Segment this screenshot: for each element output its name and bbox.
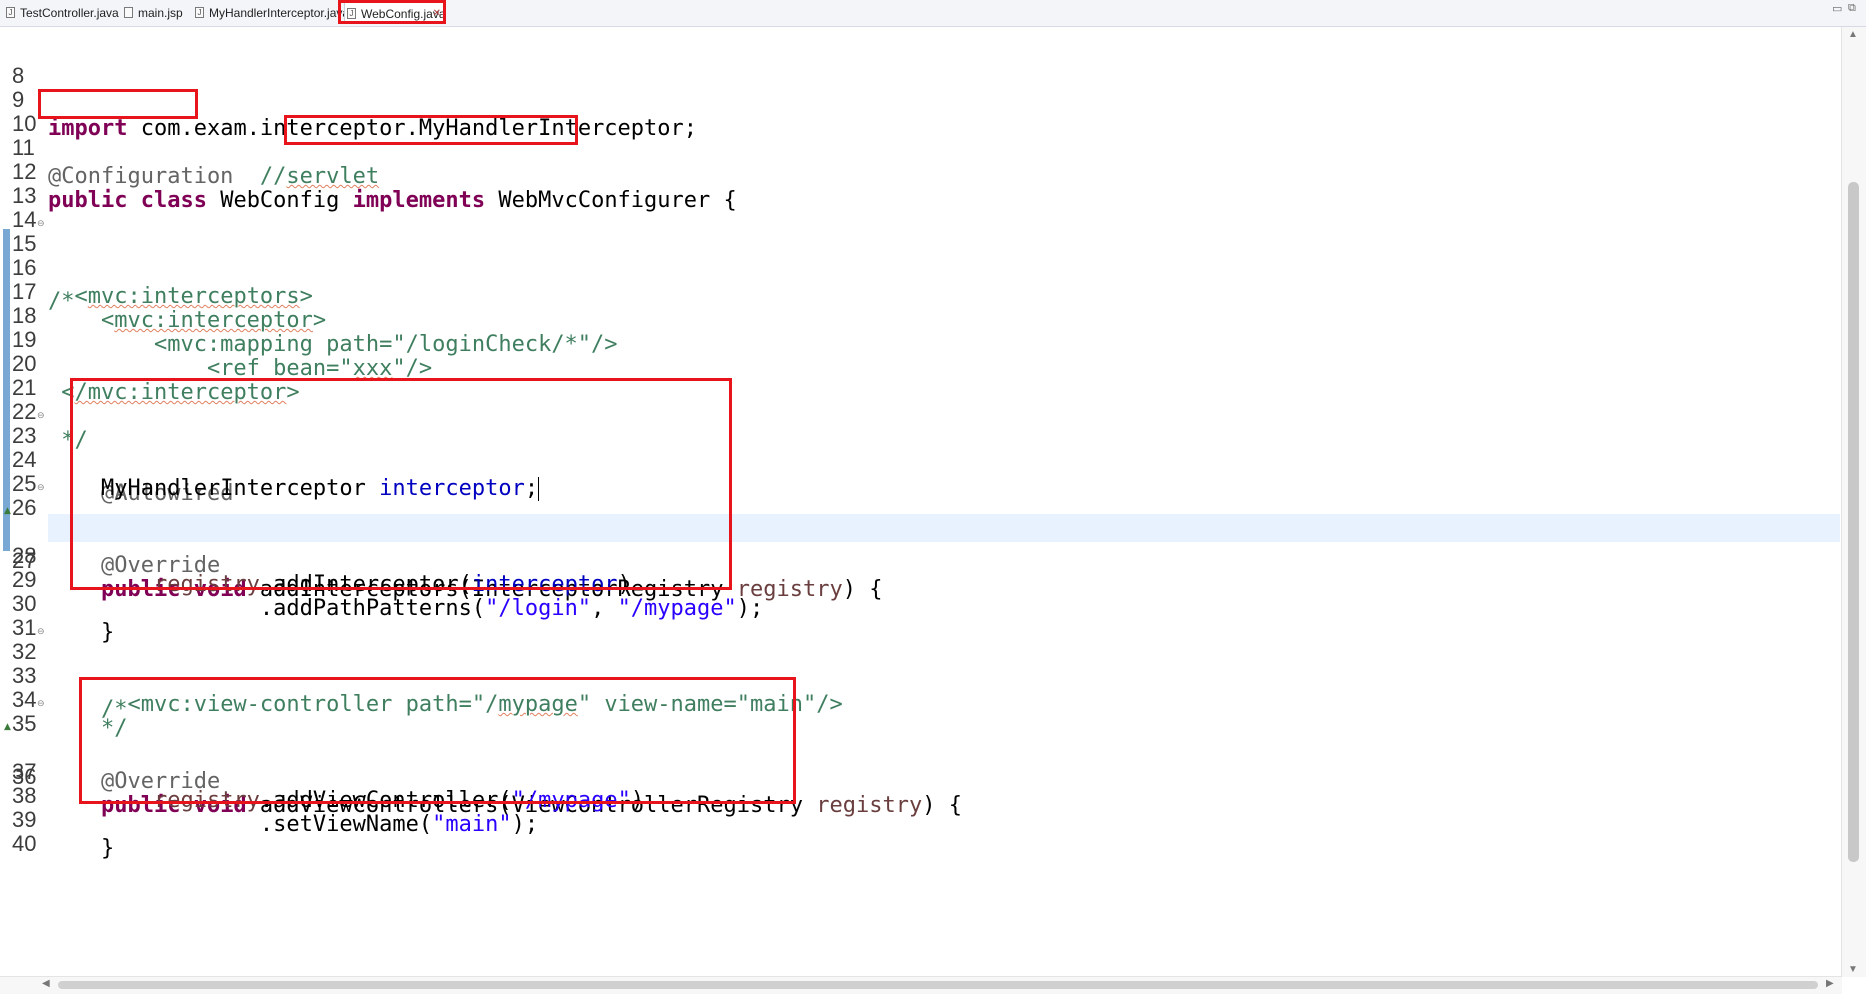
- editor-tab-bar: J TestController.java main.jsp J MyHandl…: [0, 0, 1866, 27]
- tab-label: MyHandlerInterceptor.java: [209, 6, 350, 20]
- code-editor[interactable]: 8 9 import com.exam.interceptor.MyHandle…: [0, 27, 1840, 977]
- jsp-file-icon: [124, 7, 133, 18]
- tab-myhandlerinterceptor[interactable]: J MyHandlerInterceptor.java: [193, 2, 349, 24]
- vertical-scrollbar[interactable]: ▲ ▼: [1841, 27, 1866, 977]
- scroll-down-icon[interactable]: ▼: [1848, 964, 1858, 975]
- close-icon[interactable]: ✕: [433, 3, 441, 25]
- scroll-right-icon[interactable]: ▶: [1826, 978, 1834, 989]
- tab-main-jsp[interactable]: main.jsp: [122, 2, 188, 24]
- java-file-icon: J: [347, 8, 356, 19]
- code-line: 40: [0, 800, 1840, 856]
- scroll-thumb[interactable]: [58, 981, 1818, 989]
- line-number: 40: [12, 831, 37, 856]
- minimize-icon[interactable]: ▭: [1832, 2, 1842, 15]
- tab-label: main.jsp: [138, 6, 183, 20]
- tab-webconfig[interactable]: J WebConfig.java ✕: [344, 2, 446, 24]
- java-file-icon: J: [6, 7, 15, 18]
- restore-icon[interactable]: ⧉: [1848, 2, 1856, 15]
- brace: }: [100, 836, 115, 861]
- horizontal-scrollbar[interactable]: ◀ ▶: [0, 976, 1842, 994]
- scroll-left-icon[interactable]: ◀: [42, 978, 50, 989]
- tab-testcontroller[interactable]: J TestController.java: [4, 2, 119, 24]
- java-file-icon: J: [195, 7, 204, 18]
- scroll-up-icon[interactable]: ▲: [1848, 29, 1858, 40]
- tab-label: TestController.java: [20, 6, 119, 20]
- scroll-thumb[interactable]: [1848, 182, 1859, 862]
